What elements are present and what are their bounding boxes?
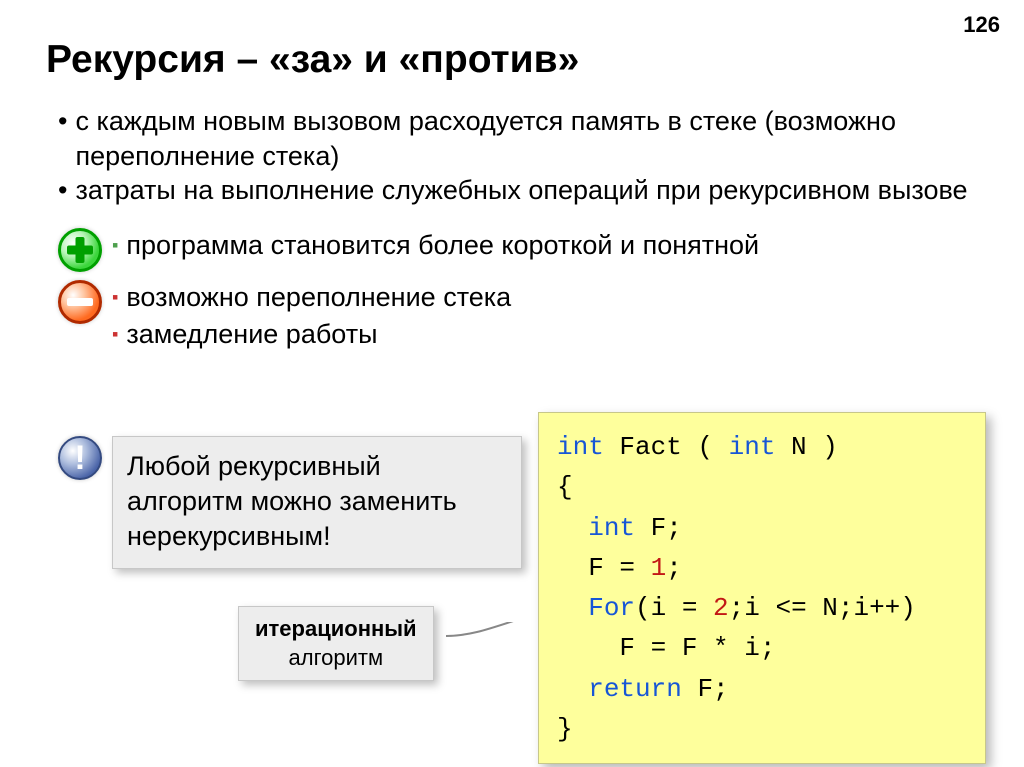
bullet-text: с каждым новым вызовом расходуется памят… xyxy=(75,104,984,173)
bullet-icon: ▪ xyxy=(112,280,118,314)
code-indent xyxy=(557,553,588,583)
con-text: замедление работы xyxy=(126,317,377,352)
code-text: } xyxy=(557,714,573,744)
algorithm-label: итерационный алгоритм xyxy=(238,606,434,681)
list-item: ▪ программа становится более короткой и … xyxy=(112,228,984,263)
code-indent xyxy=(557,674,588,704)
code-text: (i = xyxy=(635,593,713,623)
minus-badge xyxy=(58,280,112,324)
code-keyword: return xyxy=(588,674,682,704)
code-keyword: int xyxy=(588,513,635,543)
code-number: 1 xyxy=(651,553,667,583)
label-bold: итерационный xyxy=(255,616,417,641)
code-text: F; xyxy=(635,513,682,543)
bullet-icon: • xyxy=(58,104,67,139)
pros-row: ▪ программа становится более короткой и … xyxy=(58,228,984,272)
pros-cons-section: ▪ программа становится более короткой и … xyxy=(0,208,1024,354)
page-number: 126 xyxy=(963,12,1000,38)
code-indent xyxy=(557,633,619,663)
code-block: int Fact ( int N ) { int F; F = 1; For(i… xyxy=(538,412,986,764)
list-item: ▪ замедление работы xyxy=(112,317,984,352)
bullet-icon: • xyxy=(58,173,67,208)
top-bullet-list: • с каждым новым вызовом расходуется пам… xyxy=(0,82,1024,208)
list-item: • с каждым новым вызовом расходуется пам… xyxy=(58,104,984,173)
code-keyword: int xyxy=(729,432,776,462)
exclamation-mark: ! xyxy=(74,441,85,475)
note-text: Любой рекурсивный алгоритм можно заменит… xyxy=(127,451,457,551)
callout-connector xyxy=(446,622,542,658)
plus-icon xyxy=(58,228,102,272)
note-callout: ! Любой рекурсивный алгоритм можно замен… xyxy=(58,436,522,569)
code-text: { xyxy=(557,472,573,502)
code-keyword: For xyxy=(588,593,635,623)
list-item: • затраты на выполнение служебных операц… xyxy=(58,173,984,208)
code-text: Fact ( xyxy=(604,432,729,462)
code-text: ; xyxy=(666,553,682,583)
con-text: возможно переполнение стека xyxy=(126,280,511,315)
bullet-text: затраты на выполнение служебных операций… xyxy=(75,173,967,208)
plus-badge xyxy=(58,228,112,272)
minus-icon xyxy=(58,280,102,324)
bullet-icon: ▪ xyxy=(112,228,118,262)
pro-text: программа становится более короткой и по… xyxy=(126,228,759,263)
code-indent xyxy=(557,593,588,623)
code-keyword: int xyxy=(557,432,604,462)
exclamation-icon: ! xyxy=(58,436,102,480)
list-item: ▪ возможно переполнение стека xyxy=(112,280,984,315)
page-title: Рекурсия – «за» и «против» xyxy=(0,0,1024,82)
code-text: ;i <= N;i++) xyxy=(729,593,916,623)
cons-row: ▪ возможно переполнение стека ▪ замедлен… xyxy=(58,280,984,354)
code-text: F; xyxy=(682,674,729,704)
code-text: F = xyxy=(588,553,650,583)
code-text: F = F * i; xyxy=(619,633,775,663)
code-text: N ) xyxy=(775,432,837,462)
code-indent xyxy=(557,513,588,543)
note-box: Любой рекурсивный алгоритм можно заменит… xyxy=(112,436,522,569)
bullet-icon: ▪ xyxy=(112,317,118,351)
code-number: 2 xyxy=(713,593,729,623)
label-rest: алгоритм xyxy=(289,645,384,670)
